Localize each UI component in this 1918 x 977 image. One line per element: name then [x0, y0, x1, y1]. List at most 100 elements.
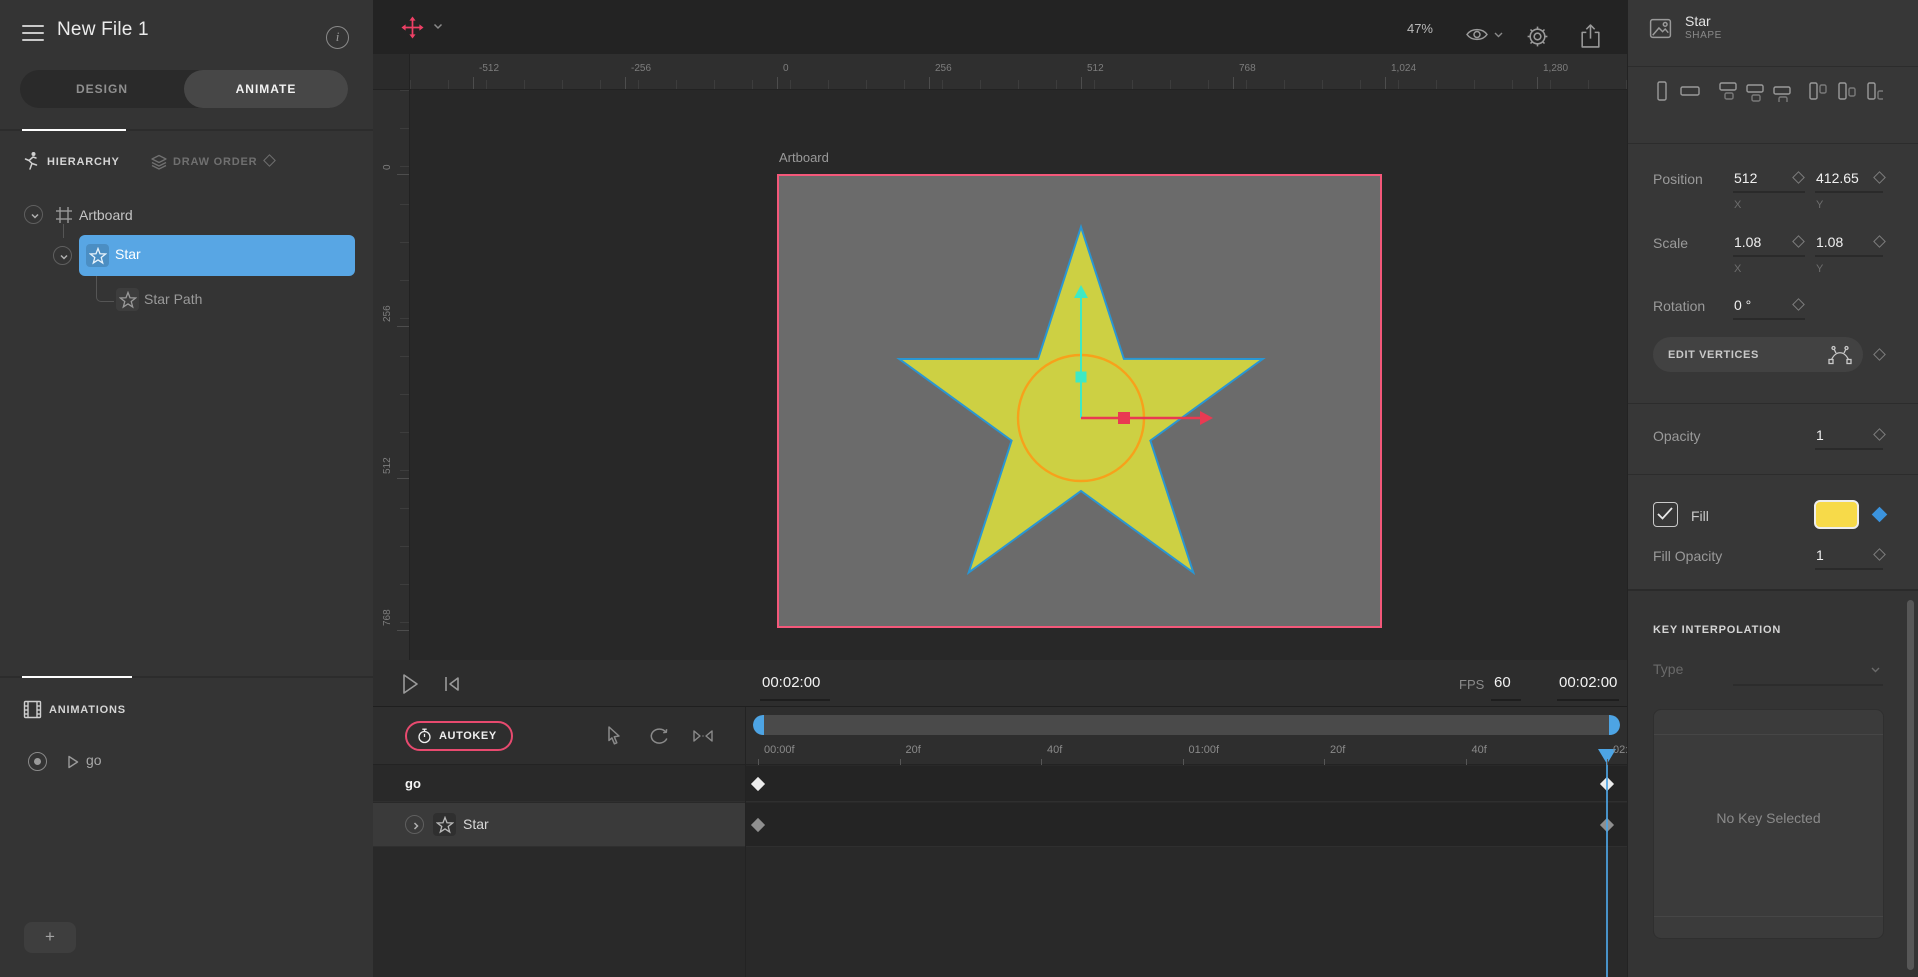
- timeline-row-animation: go: [373, 766, 1627, 802]
- canvas[interactable]: Artboard -512-25602565127681,0241,280 0 2…: [373, 54, 1627, 660]
- align-button[interactable]: [1861, 80, 1883, 102]
- loop-icon[interactable]: [649, 726, 670, 746]
- position-y-key-diamond[interactable]: [1873, 171, 1886, 184]
- position-x-field[interactable]: 512: [1734, 170, 1757, 186]
- align-button[interactable]: [1651, 80, 1673, 102]
- opacity-field[interactable]: 1: [1816, 427, 1824, 443]
- ruler-tick-label: 512: [382, 457, 393, 474]
- align-button[interactable]: [1744, 80, 1766, 102]
- align-button[interactable]: [1679, 80, 1701, 102]
- shape-thumbnail-icon: [1648, 16, 1673, 41]
- star-shape-icon: [86, 244, 109, 267]
- edit-vertices-button[interactable]: EDIT VERTICES: [1653, 337, 1863, 372]
- play-animation-icon[interactable]: [66, 754, 80, 770]
- fill-opacity-key-diamond[interactable]: [1873, 548, 1886, 561]
- artboard[interactable]: [777, 174, 1382, 628]
- fill-key-diamond-keyed[interactable]: [1872, 507, 1888, 523]
- tree-connector: [96, 276, 114, 302]
- ruler-top: -512-25602565127681,0241,280: [410, 54, 1627, 90]
- scale-y-key-diamond[interactable]: [1873, 235, 1886, 248]
- tree-row-artboard[interactable]: Artboard: [24, 204, 344, 228]
- animations-header: ANIMATIONS: [49, 704, 126, 716]
- ruler-tick-label: 0: [783, 63, 789, 74]
- animation-name: go: [86, 752, 102, 768]
- tree-row-star-path[interactable]: Star Path: [116, 288, 356, 312]
- fill-opacity-field[interactable]: 1: [1816, 547, 1824, 563]
- left-panel: New File 1 i DESIGN ANIMATE HIERARCHY DR…: [0, 0, 373, 977]
- settings-gear-icon[interactable]: [1525, 24, 1550, 49]
- add-animation-button[interactable]: +: [24, 922, 76, 953]
- tree-label-star-path: Star Path: [144, 291, 202, 307]
- tab-animate[interactable]: ANIMATE: [184, 70, 348, 108]
- tool-dropdown-chevron-icon[interactable]: [433, 23, 443, 30]
- ruler-left: 0256512768: [373, 90, 410, 660]
- align-button[interactable]: [1717, 80, 1739, 102]
- tree-label-star: Star: [115, 246, 141, 262]
- expand-chevron-icon[interactable]: [53, 246, 72, 265]
- rotation-key-diamond[interactable]: [1792, 298, 1805, 311]
- zoom-level[interactable]: 47%: [1383, 21, 1433, 36]
- vertices-key-diamond[interactable]: [1873, 348, 1886, 361]
- share-export-icon[interactable]: [1579, 23, 1602, 49]
- timeline-row-label-bg[interactable]: Star: [373, 803, 745, 846]
- scale-label: Scale: [1653, 235, 1688, 251]
- fps-field[interactable]: 60: [1494, 674, 1511, 691]
- scale-x-key-diamond[interactable]: [1792, 235, 1805, 248]
- timeline-tick-label: 20f: [906, 744, 921, 756]
- artboard-label[interactable]: Artboard: [779, 150, 829, 165]
- tab-hierarchy[interactable]: HIERARCHY: [47, 156, 120, 168]
- fill-color-swatch[interactable]: [1814, 500, 1859, 529]
- ruler-major-tick: [397, 630, 409, 631]
- inspector-panel: Star SHAPE Position 512 412.65 X Y Scale…: [1627, 0, 1918, 977]
- expand-chevron-icon[interactable]: [24, 205, 43, 224]
- align-button[interactable]: [1807, 80, 1829, 102]
- type-dropdown-chevron-icon[interactable]: [1871, 667, 1880, 673]
- ping-pong-icon[interactable]: [692, 729, 714, 743]
- skip-to-start-button[interactable]: [443, 675, 461, 693]
- visibility-eye-icon[interactable]: [1465, 26, 1489, 43]
- stopwatch-icon: [417, 728, 432, 744]
- align-button[interactable]: [1834, 80, 1856, 102]
- timeline-zoom-bar[interactable]: [753, 715, 1620, 735]
- timeline-row-star: Star: [373, 803, 1627, 847]
- align-button[interactable]: [1771, 80, 1793, 102]
- timeline-animation-name[interactable]: go: [405, 776, 421, 791]
- play-button[interactable]: [400, 672, 420, 696]
- timeline-tick: [758, 759, 759, 765]
- artboard-frame-icon: [55, 206, 73, 224]
- select-cursor-icon[interactable]: [604, 725, 624, 747]
- current-time-field[interactable]: 00:02:00: [762, 674, 820, 691]
- fill-checkbox[interactable]: [1653, 502, 1678, 527]
- move-tool-icon[interactable]: [401, 16, 424, 39]
- panel-splitter[interactable]: [0, 129, 373, 131]
- animation-list-item[interactable]: go: [28, 752, 348, 774]
- scale-y-field[interactable]: 1.08: [1816, 234, 1843, 250]
- duration-field[interactable]: 00:02:00: [1559, 674, 1617, 691]
- timeline-tick: [900, 759, 901, 765]
- tab-design[interactable]: DESIGN: [20, 70, 184, 108]
- ruler-major-tick: [929, 77, 930, 89]
- row-expand-chevron-icon[interactable]: [405, 815, 424, 834]
- inspector-scrollbar[interactable]: [1907, 600, 1914, 970]
- ruler-tick-label: 256: [382, 305, 393, 322]
- ruler-major-tick: [397, 326, 409, 327]
- hamburger-menu-icon[interactable]: [22, 25, 44, 46]
- panel-splitter[interactable]: [0, 676, 373, 678]
- scale-x-field[interactable]: 1.08: [1734, 234, 1761, 250]
- edit-vertices-label: EDIT VERTICES: [1668, 349, 1759, 361]
- position-x-key-diamond[interactable]: [1792, 171, 1805, 184]
- info-icon[interactable]: i: [326, 26, 349, 49]
- timeline-object-name[interactable]: Star: [463, 816, 489, 832]
- animations-icon: [23, 700, 42, 719]
- tree-row-star-selected[interactable]: Star: [79, 235, 355, 276]
- keyframe-lane[interactable]: [745, 766, 1627, 801]
- tab-draw-order[interactable]: DRAW ORDER: [173, 156, 257, 168]
- opacity-key-diamond[interactable]: [1873, 428, 1886, 441]
- rotation-field[interactable]: 0 °: [1734, 297, 1751, 313]
- autokey-toggle[interactable]: AUTOKEY: [405, 721, 513, 751]
- visibility-dropdown-chevron-icon[interactable]: [1494, 32, 1503, 38]
- keyframe-lane[interactable]: [745, 803, 1627, 846]
- scale-x-axis-label: X: [1734, 263, 1741, 275]
- animation-radio-icon[interactable]: [28, 752, 47, 771]
- position-y-field[interactable]: 412.65: [1816, 170, 1859, 186]
